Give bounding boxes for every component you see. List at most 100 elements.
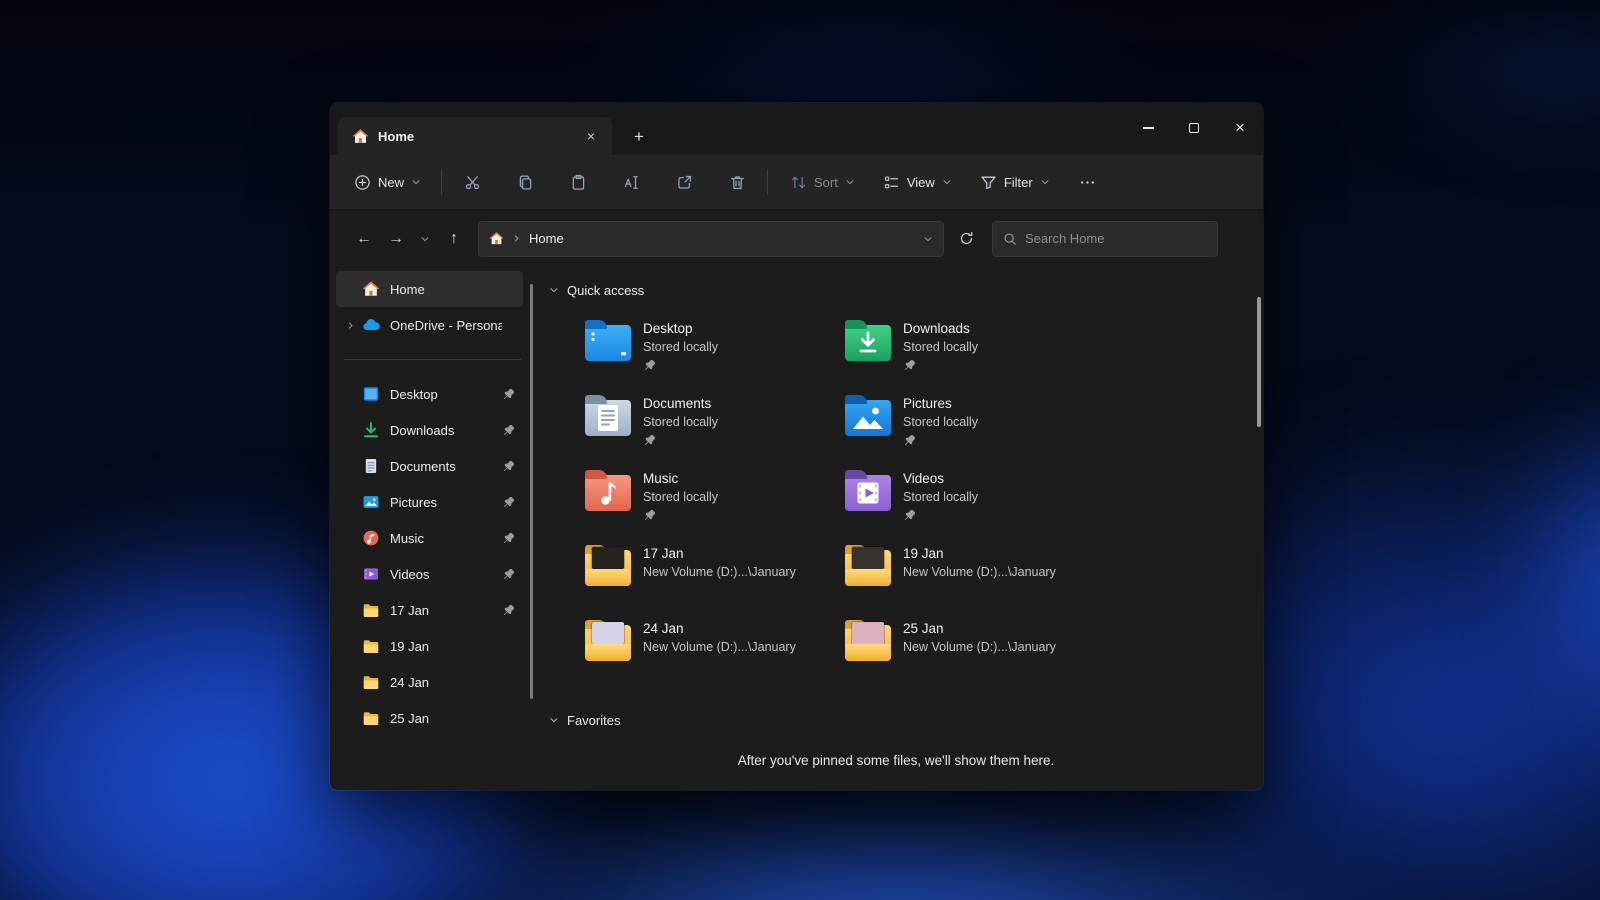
sidebar-item-label: Pictures	[390, 495, 502, 510]
tab-close-button[interactable]: ×	[578, 123, 604, 149]
tile-subtitle: Stored locally	[643, 413, 718, 431]
sidebar-item-icon	[362, 316, 380, 334]
tab-home[interactable]: Home ×	[338, 117, 612, 155]
tile-documents[interactable]: Documents Stored locally	[585, 394, 845, 456]
tile-pictures[interactable]: Pictures Stored locally	[845, 394, 1105, 456]
cut-button[interactable]	[452, 164, 492, 200]
share-button[interactable]	[664, 164, 704, 200]
filter-icon	[980, 174, 997, 191]
up-button[interactable]: ↑	[438, 223, 470, 255]
sidebar-item-documents[interactable]: Documents	[336, 448, 523, 484]
more-icon	[1079, 174, 1096, 191]
expand-chevron-icon[interactable]	[342, 321, 358, 330]
main-scrollbar[interactable]	[1257, 297, 1261, 427]
forward-button[interactable]: →	[380, 223, 412, 255]
quick-access-header[interactable]: Quick access	[549, 279, 1243, 301]
tile-downloads[interactable]: Downloads Stored locally	[845, 319, 1105, 381]
pin-icon	[502, 532, 515, 545]
tile-title: 24 Jan	[643, 619, 796, 638]
sidebar-item-25-jan[interactable]: 25 Jan	[336, 700, 523, 736]
folder-icon	[845, 625, 891, 661]
tile-subtitle: New Volume (D:)...\January	[903, 638, 1056, 656]
new-button[interactable]: New	[344, 164, 431, 200]
sidebar-item-desktop[interactable]: Desktop	[336, 376, 523, 412]
pin-icon	[903, 509, 916, 522]
chevron-down-icon	[549, 715, 559, 725]
trash-icon	[729, 174, 746, 191]
copy-button[interactable]	[505, 164, 545, 200]
folder-icon	[845, 550, 891, 586]
tile-subtitle: Stored locally	[643, 338, 718, 356]
view-icon	[883, 174, 900, 191]
search-box[interactable]	[992, 221, 1218, 257]
delete-button[interactable]	[717, 164, 757, 200]
tile-24-jan[interactable]: 24 Jan New Volume (D:)...\January	[585, 619, 845, 681]
maximize-button[interactable]	[1171, 103, 1217, 153]
tile-text: 19 Jan New Volume (D:)...\January	[903, 544, 1056, 606]
sidebar-scrollbar[interactable]	[530, 284, 533, 699]
close-button[interactable]: ×	[1217, 103, 1263, 153]
sidebar-item-label: 25 Jan	[390, 711, 502, 726]
rename-button[interactable]	[611, 164, 651, 200]
sidebar-item-icon	[362, 457, 380, 475]
folder-icon	[585, 550, 631, 586]
refresh-button[interactable]	[950, 223, 982, 255]
new-tab-button[interactable]: +	[624, 122, 654, 152]
tile-videos[interactable]: Videos Stored locally	[845, 469, 1105, 531]
minimize-button[interactable]	[1125, 103, 1171, 153]
folder-thumbnail	[592, 622, 624, 644]
sidebar-divider	[344, 359, 521, 360]
sidebar-item-onedrive-personal[interactable]: OneDrive - Personal	[336, 307, 523, 343]
tile-subtitle: Stored locally	[903, 488, 978, 506]
tile-17-jan[interactable]: 17 Jan New Volume (D:)...\January	[585, 544, 845, 606]
sidebar-item-videos[interactable]: Videos	[336, 556, 523, 592]
tile-text: Documents Stored locally	[643, 394, 718, 456]
favorites-header[interactable]: Favorites	[549, 709, 1243, 731]
favorites-empty-message: After you've pinned some files, we'll sh…	[549, 753, 1243, 768]
share-icon	[676, 174, 693, 191]
sidebar-item-label: 19 Jan	[390, 639, 502, 654]
minimize-icon	[1143, 127, 1154, 128]
pin-icon	[502, 604, 515, 617]
sidebar-item-home[interactable]: Home	[336, 271, 523, 307]
sidebar-item-music[interactable]: Music	[336, 520, 523, 556]
toolbar-divider	[441, 169, 442, 195]
view-button[interactable]: View	[873, 164, 962, 200]
tile-desktop[interactable]: Desktop Stored locally	[585, 319, 845, 381]
pin-icon	[502, 388, 515, 401]
filter-button[interactable]: Filter	[970, 164, 1060, 200]
breadcrumb[interactable]: Home	[529, 231, 564, 246]
quick-access-grid: Desktop Stored locally Downloads Stored …	[585, 319, 1243, 681]
more-options-button[interactable]	[1068, 164, 1108, 200]
sort-button[interactable]: Sort	[780, 164, 865, 200]
folder-icon	[845, 400, 891, 436]
paste-button[interactable]	[558, 164, 598, 200]
tile-music[interactable]: Music Stored locally	[585, 469, 845, 531]
sidebar-item-24-jan[interactable]: 24 Jan	[336, 664, 523, 700]
tile-subtitle: Stored locally	[643, 488, 718, 506]
sidebar-item-17-jan[interactable]: 17 Jan	[336, 592, 523, 628]
folder-glyph-icon	[585, 475, 631, 511]
tile-title: Desktop	[643, 319, 718, 338]
tile-25-jan[interactable]: 25 Jan New Volume (D:)...\January	[845, 619, 1105, 681]
folder-glyph-icon	[845, 400, 891, 436]
recent-locations-button[interactable]	[412, 223, 438, 255]
sidebar-item-icon	[362, 637, 380, 655]
tile-19-jan[interactable]: 19 Jan New Volume (D:)...\January	[845, 544, 1105, 606]
pin-icon	[903, 434, 916, 447]
back-button[interactable]: ←	[348, 223, 380, 255]
sidebar-item-pictures[interactable]: Pictures	[336, 484, 523, 520]
sidebar-item-label: Videos	[390, 567, 502, 582]
tile-title: Music	[643, 469, 718, 488]
tile-subtitle: Stored locally	[903, 413, 978, 431]
chevron-down-icon	[420, 234, 430, 244]
maximize-icon	[1189, 123, 1199, 133]
sidebar-item-downloads[interactable]: Downloads	[336, 412, 523, 448]
search-input[interactable]	[1025, 231, 1207, 246]
address-dropdown-icon[interactable]	[923, 234, 933, 244]
sidebar-list: Home OneDrive - Personal Desktop Downloa…	[330, 271, 535, 736]
folder-thumbnail	[592, 547, 624, 569]
sidebar-item-icon	[362, 709, 380, 727]
sidebar-item-19-jan[interactable]: 19 Jan	[336, 628, 523, 664]
address-bar[interactable]: Home	[478, 221, 944, 257]
